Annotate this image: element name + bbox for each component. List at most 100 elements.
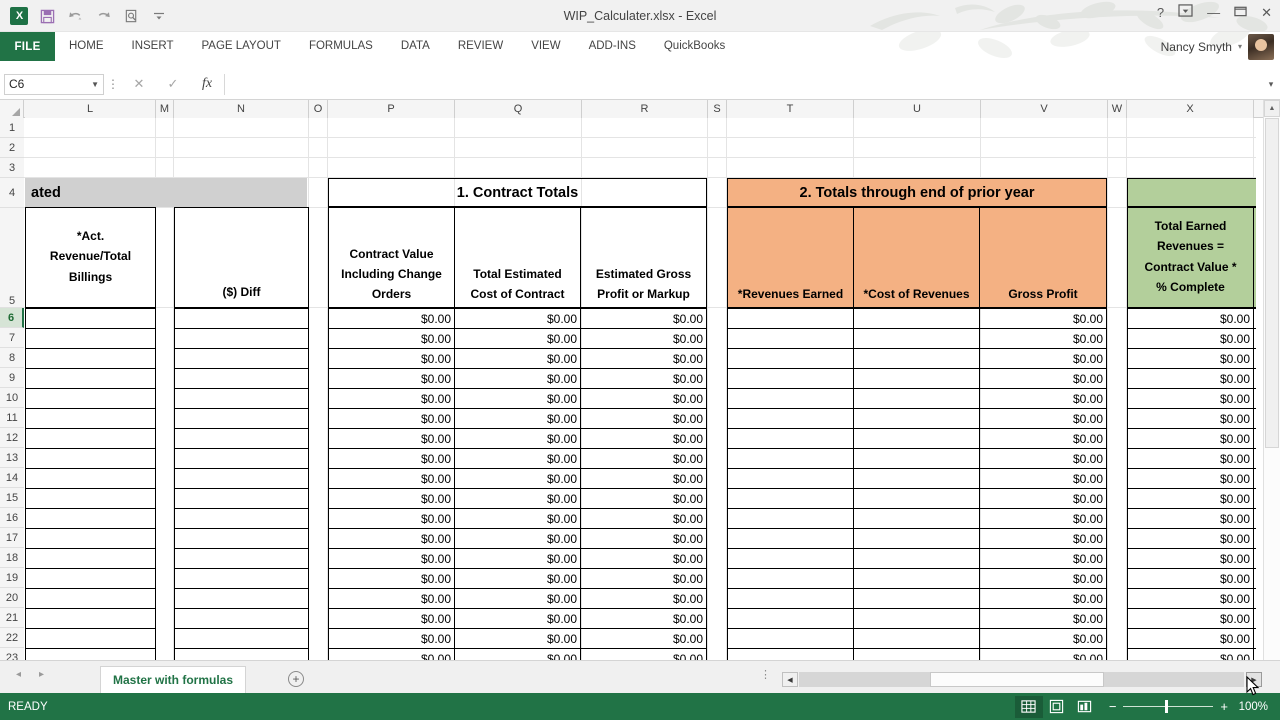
row-header-5[interactable]: 5 [0,208,24,308]
cell-T21[interactable] [727,608,854,629]
cell-L20[interactable] [25,588,156,609]
zoom-thumb[interactable] [1165,700,1169,713]
cell-V15[interactable]: $0.00 [979,488,1107,509]
zoom-in-button[interactable]: + [1220,699,1228,714]
zoom-level-label[interactable]: 100% [1232,701,1268,713]
cell-Q11[interactable]: $0.00 [454,408,581,429]
cell-T20[interactable] [727,588,854,609]
cell-V18[interactable]: $0.00 [979,548,1107,569]
column-header-Q[interactable]: Q [455,100,582,118]
cell-X23[interactable]: $0.00 [1127,648,1254,660]
cell-Xb20[interactable] [1253,588,1256,609]
cell-Q15[interactable]: $0.00 [454,488,581,509]
cell-P19[interactable]: $0.00 [328,568,455,589]
cancel-edit-icon[interactable]: ✕ [122,73,156,95]
row-header-14[interactable]: 14 [0,468,24,488]
cell-X16[interactable]: $0.00 [1127,508,1254,529]
row-header-2[interactable]: 2 [0,138,24,158]
column-header-N[interactable]: N [174,100,309,118]
user-account-area[interactable]: Nancy Smyth ▾ [1161,32,1274,61]
cell-N16[interactable] [174,508,309,529]
cell-U20[interactable] [853,588,980,609]
cell-T14[interactable] [727,468,854,489]
cell-Xb10[interactable] [1253,388,1256,409]
cell-N15[interactable] [174,488,309,509]
cell-Xb11[interactable] [1253,408,1256,429]
cell-T6[interactable] [727,308,854,329]
zoom-slider[interactable]: − + [1109,699,1228,714]
row-header-4[interactable]: 4 [0,178,24,208]
cell-V13[interactable]: $0.00 [979,448,1107,469]
tab-data[interactable]: DATA [387,32,444,61]
tab-page-layout[interactable]: PAGE LAYOUT [187,32,294,61]
undo-icon[interactable] [62,4,88,28]
cell-Xb22[interactable] [1253,628,1256,649]
confirm-edit-icon[interactable]: ✓ [156,73,190,95]
cell-T17[interactable] [727,528,854,549]
cell-X7[interactable]: $0.00 [1127,328,1254,349]
tab-home[interactable]: HOME [55,32,118,61]
cell-R8[interactable]: $0.00 [580,348,707,369]
sheet-tab-master-with-formulas[interactable]: Master with formulas [100,666,247,693]
user-dropdown-icon[interactable]: ▾ [1238,42,1242,51]
cell-L15[interactable] [25,488,156,509]
cell-T15[interactable] [727,488,854,509]
cell-T23[interactable] [727,648,854,660]
cell-Q20[interactable]: $0.00 [454,588,581,609]
cell-T12[interactable] [727,428,854,449]
cell-N23[interactable] [174,648,309,660]
cell-V23[interactable]: $0.00 [979,648,1107,660]
avatar[interactable] [1248,33,1274,60]
cell-U10[interactable] [853,388,980,409]
cell-N20[interactable] [174,588,309,609]
cell-P23[interactable]: $0.00 [328,648,455,660]
vertical-scroll-thumb[interactable] [1265,118,1279,448]
cell-P8[interactable]: $0.00 [328,348,455,369]
cell-Q17[interactable]: $0.00 [454,528,581,549]
cell-R10[interactable]: $0.00 [580,388,707,409]
cell-Xb7[interactable] [1253,328,1256,349]
cell-T7[interactable] [727,328,854,349]
cell-X22[interactable]: $0.00 [1127,628,1254,649]
column-header-R[interactable]: R [582,100,708,118]
row-header-19[interactable]: 19 [0,568,24,588]
cell-N13[interactable] [174,448,309,469]
cell-P15[interactable]: $0.00 [328,488,455,509]
formula-input[interactable] [224,73,1260,95]
cell-P6[interactable]: $0.00 [328,308,455,329]
cell-T8[interactable] [727,348,854,369]
cell-Q21[interactable]: $0.00 [454,608,581,629]
cell-X15[interactable]: $0.00 [1127,488,1254,509]
scroll-split-kebab-icon[interactable]: ⋮ [760,670,771,681]
tab-file[interactable]: FILE [0,32,55,61]
cell-P18[interactable]: $0.00 [328,548,455,569]
cell-V22[interactable]: $0.00 [979,628,1107,649]
cell-L19[interactable] [25,568,156,589]
cell-L23[interactable] [25,648,156,660]
row-header-12[interactable]: 12 [0,428,24,448]
cell-R12[interactable]: $0.00 [580,428,707,449]
cell-X13[interactable]: $0.00 [1127,448,1254,469]
column-header-W[interactable]: W [1108,100,1127,118]
cell-U9[interactable] [853,368,980,389]
cell-U23[interactable] [853,648,980,660]
cell-Xb8[interactable] [1253,348,1256,369]
cell-V16[interactable]: $0.00 [979,508,1107,529]
cell-L21[interactable] [25,608,156,629]
print-preview-icon[interactable] [118,4,144,28]
tab-review[interactable]: REVIEW [444,32,517,61]
cell-Xb23[interactable] [1253,648,1256,660]
cell-P16[interactable]: $0.00 [328,508,455,529]
insert-function-icon[interactable]: fx [190,73,224,95]
cell-Q8[interactable]: $0.00 [454,348,581,369]
cell-P13[interactable]: $0.00 [328,448,455,469]
cell-R7[interactable]: $0.00 [580,328,707,349]
cell-R14[interactable]: $0.00 [580,468,707,489]
cell-N8[interactable] [174,348,309,369]
cell-P21[interactable]: $0.00 [328,608,455,629]
row-header-8[interactable]: 8 [0,348,24,368]
column-header-P[interactable]: P [328,100,455,118]
cell-R19[interactable]: $0.00 [580,568,707,589]
cell-N21[interactable] [174,608,309,629]
ribbon-display-options-button[interactable] [1178,3,1193,23]
